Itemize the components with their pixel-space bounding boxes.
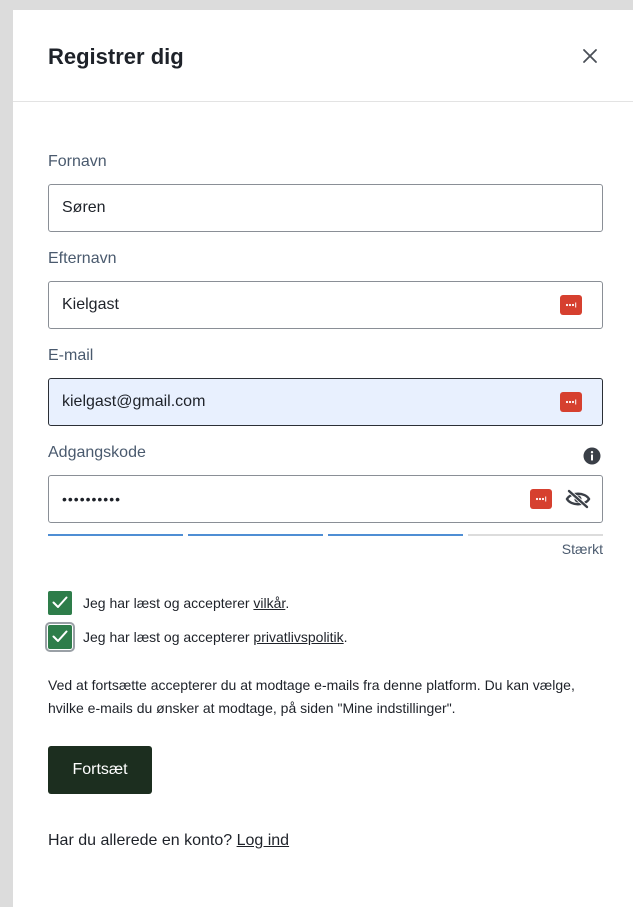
privacy-checkbox[interactable] — [45, 622, 75, 652]
strength-bar-segment — [188, 534, 323, 536]
last-name-field[interactable] — [48, 281, 603, 329]
strength-label: Stærkt — [561, 541, 603, 557]
login-prompt-text: Har du allerede en konto? — [48, 832, 237, 849]
password-manager-icon[interactable] — [530, 489, 552, 509]
strength-bar-segment — [328, 534, 463, 536]
email-field[interactable] — [48, 378, 603, 426]
last-name-label: Efternavn — [48, 250, 117, 267]
login-link[interactable]: Log ind — [237, 832, 290, 849]
close-icon — [583, 49, 597, 63]
modal-title: Registrer dig — [48, 44, 184, 69]
continue-button[interactable]: Fortsæt — [48, 746, 152, 794]
terms-consent: Jeg har læst og accepterer vilkår. — [48, 591, 289, 615]
strength-bar-segment — [48, 534, 183, 536]
terms-text: Jeg har læst og accepterer vilkår. — [83, 595, 289, 611]
password-input[interactable] — [62, 476, 522, 522]
terms-prefix: Jeg har læst og accepterer — [83, 595, 254, 611]
first-name-input[interactable] — [62, 185, 522, 231]
register-modal: Registrer dig Fornavn Efternavn E-mail A… — [13, 10, 633, 907]
privacy-text: Jeg har læst og accepterer privatlivspol… — [83, 629, 348, 645]
terms-link[interactable]: vilkår — [253, 595, 285, 611]
privacy-prefix: Jeg har læst og accepterer — [83, 629, 254, 645]
email-consent-notice: Ved at fortsætte accepterer du at modtag… — [48, 677, 575, 716]
privacy-link[interactable]: privatlivspolitik — [253, 629, 343, 645]
privacy-consent: Jeg har læst og accepterer privatlivspol… — [45, 622, 348, 652]
email-input[interactable] — [62, 379, 522, 425]
strength-bar-segment — [468, 534, 603, 536]
close-button[interactable] — [575, 41, 605, 71]
password-manager-icon[interactable] — [560, 295, 582, 315]
terms-suffix: . — [285, 595, 290, 611]
login-prompt: Har du allerede en konto? Log ind — [48, 832, 289, 850]
terms-checkbox[interactable] — [48, 591, 72, 615]
eye-slash-icon[interactable] — [564, 488, 592, 510]
first-name-field[interactable] — [48, 184, 603, 232]
password-manager-icon[interactable] — [560, 392, 582, 412]
first-name-label: Fornavn — [48, 153, 107, 170]
password-field[interactable] — [48, 475, 603, 523]
check-icon — [52, 630, 68, 642]
password-label: Adgangskode — [48, 444, 146, 461]
privacy-suffix: . — [343, 629, 348, 645]
modal-header: Registrer dig — [13, 10, 633, 102]
check-icon — [52, 596, 68, 608]
last-name-input[interactable] — [62, 282, 522, 328]
info-icon[interactable] — [583, 447, 601, 465]
email-label: E-mail — [48, 347, 94, 364]
